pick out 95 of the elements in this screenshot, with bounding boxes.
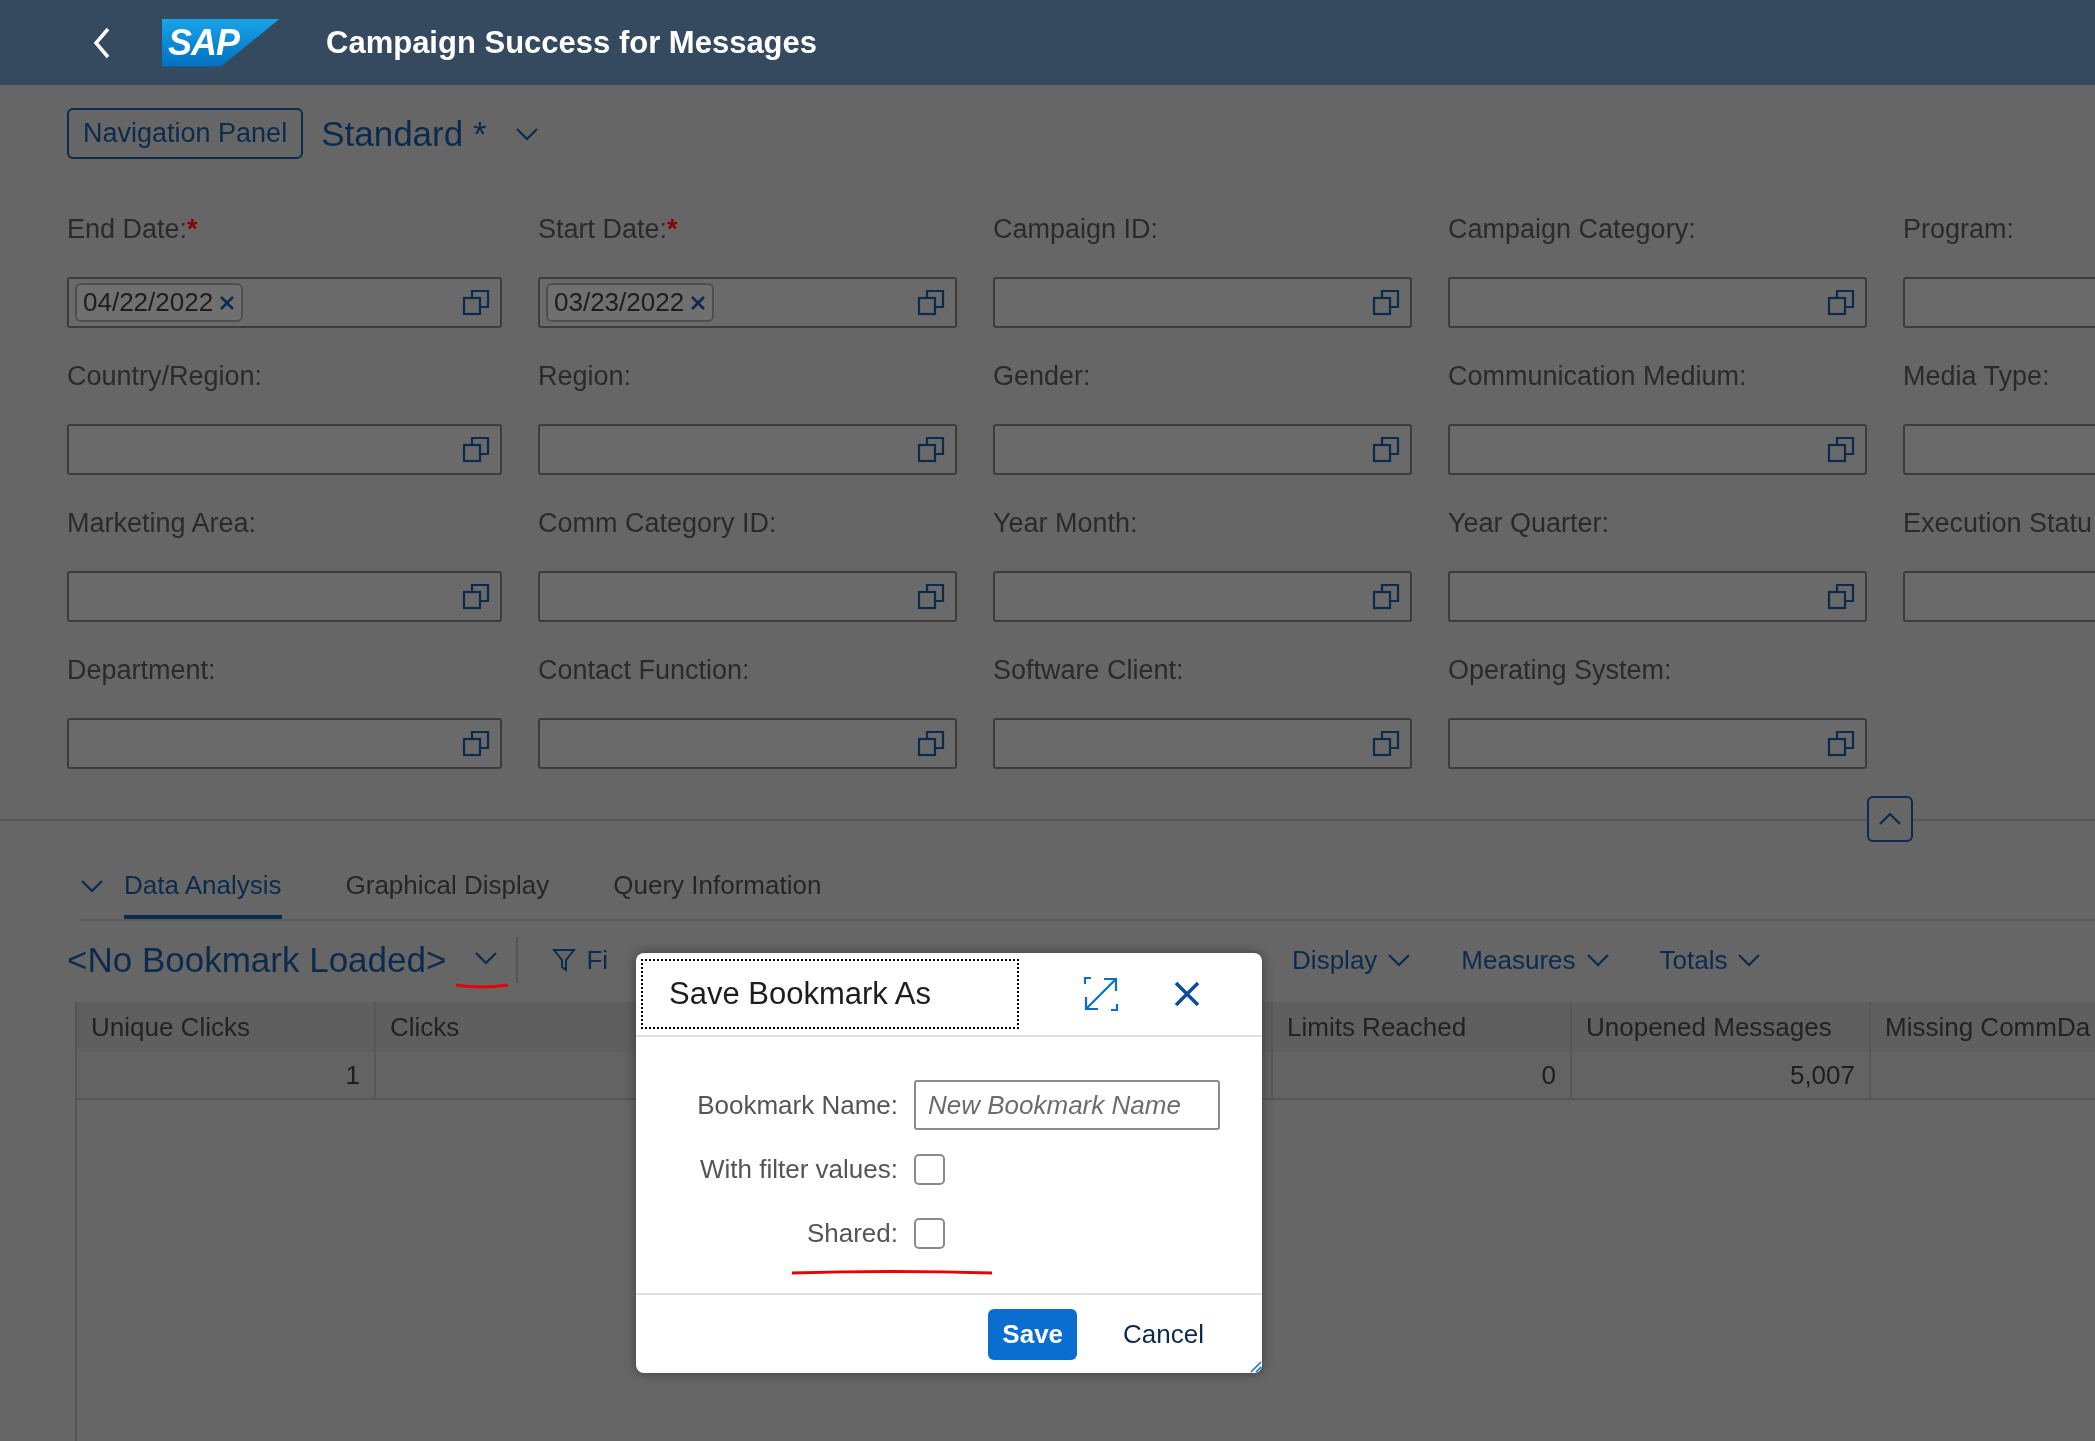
filter-button[interactable]: Fi — [552, 944, 609, 976]
filter-label: Media Type: — [1903, 361, 2051, 393]
value-help-icon[interactable] — [462, 288, 490, 317]
value-help-icon[interactable] — [1827, 729, 1855, 758]
value-help-icon[interactable] — [1372, 729, 1400, 758]
value-help-icon[interactable] — [462, 729, 490, 758]
value-help-icon[interactable] — [1827, 288, 1855, 317]
chevron-down-icon — [1585, 953, 1610, 967]
checkbox[interactable] — [914, 1217, 945, 1249]
filter-label: Country/Region: — [67, 361, 264, 393]
table-cell: 0 — [1273, 1052, 1572, 1100]
column-header: Missing CommDa — [1871, 1002, 2095, 1052]
filter-label: Program: — [1903, 214, 2016, 246]
chevron-down-icon — [1387, 953, 1412, 967]
dialog-title: Save Bookmark As — [641, 959, 1019, 1029]
value-help-icon[interactable] — [917, 582, 945, 611]
filter-field[interactable] — [67, 718, 502, 769]
logo: SAP — [162, 18, 280, 67]
tab[interactable]: Graphical Display — [345, 870, 550, 919]
filter-label: Year Month: — [993, 508, 1139, 540]
bookmark-selector[interactable]: <No Bookmark Loaded> — [67, 940, 447, 980]
filter-icon — [552, 947, 577, 973]
filter-label: Year Quarter: — [1448, 508, 1611, 540]
filter-field[interactable] — [538, 571, 957, 622]
filter-field[interactable] — [1448, 424, 1867, 475]
filter-label: Campaign Category: — [1448, 214, 1697, 246]
column-header: Limits Reached — [1273, 1002, 1572, 1052]
filter-field[interactable] — [1448, 718, 1867, 769]
filter-field[interactable] — [993, 718, 1412, 769]
chevron-down-icon — [1737, 953, 1762, 967]
navigation-panel-button[interactable]: Navigation Panel — [67, 108, 304, 159]
table-cell: 1 — [77, 1052, 376, 1100]
collapse-button[interactable] — [1867, 796, 1913, 842]
value-help-icon[interactable] — [462, 582, 490, 611]
tab[interactable]: Query Information — [613, 870, 822, 919]
filter-label: Execution Statu — [1903, 508, 2094, 540]
variant-name[interactable]: Standard * — [321, 113, 487, 154]
value-help-icon[interactable] — [1372, 288, 1400, 317]
value-help-icon[interactable] — [1372, 582, 1400, 611]
annotation-underline — [454, 981, 511, 989]
value-help-icon[interactable] — [1827, 582, 1855, 611]
filter-label: Region: — [538, 361, 633, 393]
filter-label: Department: — [67, 655, 217, 687]
filter-label: Gender: — [993, 361, 1092, 393]
filter-label: Campaign ID: — [993, 214, 1160, 246]
filter-field[interactable] — [993, 277, 1412, 328]
filter-field[interactable] — [67, 424, 502, 475]
filter-label: Marketing Area: — [67, 508, 258, 540]
bookmark-name-field[interactable]: New Bookmark Name — [914, 1080, 1220, 1130]
app-title: Campaign Success for Messages — [326, 24, 818, 61]
chevron-down-icon — [80, 879, 104, 893]
filter-field[interactable] — [538, 718, 957, 769]
expand-icon[interactable] — [1083, 976, 1119, 1012]
table-cell: 5,007 — [1572, 1052, 1871, 1100]
column-header: Unique Clicks — [77, 1002, 376, 1052]
cancel-button[interactable]: Cancel — [1109, 1308, 1218, 1360]
value-help-icon[interactable] — [1827, 435, 1855, 464]
filter-field[interactable] — [1448, 277, 1867, 328]
field-label: Bookmark Name: — [696, 1089, 899, 1121]
filter-label: Operating System: — [1448, 655, 1673, 687]
filter-field[interactable]: 04/22/2022 — [67, 277, 502, 328]
filter-label: Contact Function: — [538, 655, 751, 687]
value-help-icon[interactable] — [917, 729, 945, 758]
column-header: Unopened Messages — [1572, 1002, 1871, 1052]
filter-field[interactable] — [993, 571, 1412, 622]
checkbox[interactable] — [914, 1153, 945, 1185]
save-button[interactable]: Save — [988, 1308, 1078, 1360]
value-help-icon[interactable] — [462, 435, 490, 464]
menu-button[interactable]: Display — [1292, 944, 1412, 976]
chevron-down-icon — [474, 951, 499, 965]
filter-field[interactable] — [1448, 571, 1867, 622]
filter-label: Comm Category ID: — [538, 508, 778, 540]
chevron-down-icon — [514, 126, 539, 141]
value-help-icon[interactable] — [917, 435, 945, 464]
menu-button[interactable]: Measures — [1461, 944, 1610, 976]
filter-label: Communication Medium: — [1448, 361, 1748, 393]
value-token[interactable]: 03/23/2022 — [546, 283, 715, 322]
filter-label: Start Date:* — [538, 214, 679, 246]
field-label: With filter values: — [699, 1153, 899, 1185]
tab[interactable]: Data Analysis — [124, 870, 282, 919]
filter-label: Software Client: — [993, 655, 1185, 687]
remove-icon[interactable] — [219, 294, 236, 311]
value-help-icon[interactable] — [1372, 435, 1400, 464]
close-icon[interactable] — [1173, 980, 1201, 1008]
filter-field[interactable]: 03/23/2022 — [538, 277, 957, 328]
filter-field[interactable] — [993, 424, 1412, 475]
filter-label: End Date:* — [67, 214, 199, 246]
remove-icon[interactable] — [690, 294, 707, 311]
value-help-icon[interactable] — [917, 288, 945, 317]
value-token[interactable]: 04/22/2022 — [75, 283, 244, 322]
chevron-up-icon — [1878, 812, 1902, 826]
menu-button[interactable]: Totals — [1659, 944, 1762, 976]
filter-field[interactable] — [538, 424, 957, 475]
filter-field[interactable] — [67, 571, 502, 622]
field-label: Shared: — [805, 1217, 899, 1249]
